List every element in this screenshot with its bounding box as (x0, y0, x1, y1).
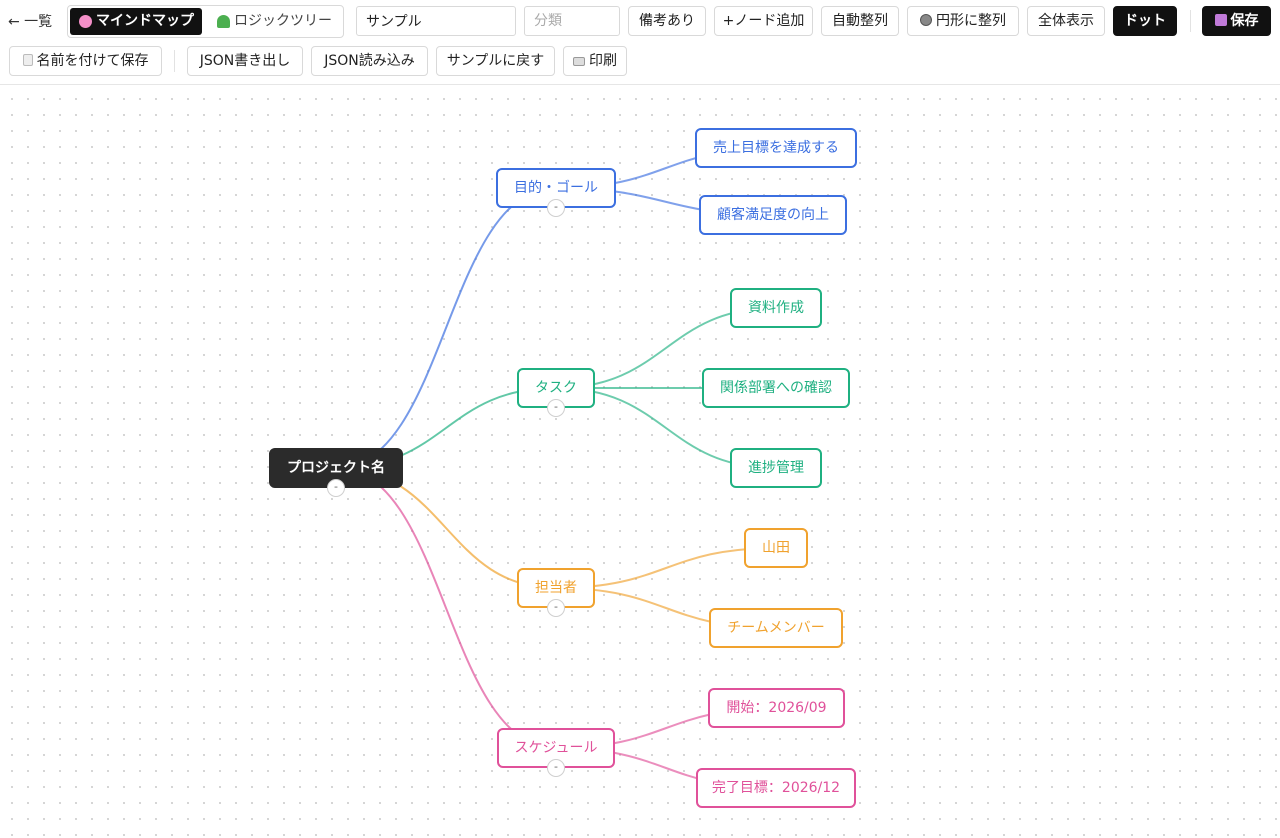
circle-icon (920, 14, 932, 26)
toolbar: ← 一覧 マインドマップ ロジックツリー 備考あり +ノード追加 自動整列 円形… (0, 0, 1280, 85)
mindmap-leaf-node[interactable]: 完了目標：2026/12 (696, 768, 856, 808)
root-branch-link (335, 467, 557, 749)
mindmap-leaf-node[interactable]: 進捗管理 (730, 448, 822, 488)
branch-collapse-toggle[interactable]: - (547, 199, 565, 217)
save-label: 保存 (1230, 13, 1259, 29)
auto-arrange-button[interactable]: 自動整列 (821, 6, 899, 36)
view-mindmap-tab[interactable]: マインドマップ (70, 8, 202, 35)
fit-all-button[interactable]: 全体表示 (1027, 6, 1105, 36)
dot-background-button[interactable]: ドット (1113, 6, 1177, 36)
branch-collapse-toggle[interactable]: - (547, 759, 565, 777)
root-collapse-toggle[interactable]: - (327, 479, 345, 497)
branch-collapse-toggle[interactable]: - (547, 599, 565, 617)
brain-icon (79, 15, 92, 28)
mindmap-leaf-node[interactable]: 開始：2026/09 (708, 688, 845, 728)
mindmap-canvas[interactable]: プロジェクト名 - 目的・ゴール - 売上目標を達成する 顧客満足度の向上 タスク - 資料作成… (0, 85, 1280, 838)
print-label: 印刷 (589, 53, 617, 69)
mindmap-leaf-node[interactable]: 資料作成 (730, 288, 822, 328)
json-import-button[interactable]: JSON読み込み (311, 46, 428, 76)
root-branch-link (335, 187, 557, 469)
toolbar-divider (1190, 10, 1191, 32)
floppy-disk-icon (1214, 14, 1227, 26)
save-as-label: 名前を付けて保存 (36, 53, 149, 69)
view-logictree-label: ロジックツリー (234, 13, 332, 29)
mindmap-leaf-node[interactable]: 山田 (744, 528, 808, 568)
json-export-button[interactable]: JSON書き出し (187, 46, 303, 76)
printer-icon (573, 57, 585, 66)
map-title-input[interactable] (356, 6, 516, 36)
save-as-button[interactable]: 名前を付けて保存 (9, 46, 162, 76)
back-to-list-link[interactable]: ← 一覧 (8, 11, 52, 31)
view-mode-switch: マインドマップ ロジックツリー (67, 5, 344, 38)
connection-lines (335, 147, 777, 789)
branch-collapse-toggle[interactable]: - (547, 399, 565, 417)
print-button[interactable]: 印刷 (563, 46, 627, 76)
circle-arrange-button[interactable]: 円形に整列 (907, 6, 1019, 36)
view-logictree-tab[interactable]: ロジックツリー (208, 8, 340, 35)
view-mindmap-label: マインドマップ (96, 13, 194, 29)
circle-arrange-label: 円形に整列 (936, 13, 1006, 29)
reset-sample-button[interactable]: サンプルに戻す (436, 46, 555, 76)
mindmap-leaf-node[interactable]: チームメンバー (709, 608, 843, 648)
add-node-button[interactable]: +ノード追加 (714, 6, 813, 36)
category-input[interactable] (524, 6, 620, 36)
document-icon (22, 54, 33, 66)
tree-icon (217, 15, 230, 28)
mindmap-leaf-node[interactable]: 関係部署への確認 (702, 368, 850, 408)
toolbar-divider (174, 50, 175, 72)
notes-toggle-button[interactable]: 備考あり (628, 6, 706, 36)
mindmap-leaf-node[interactable]: 顧客満足度の向上 (699, 195, 847, 235)
mindmap-leaf-node[interactable]: 売上目標を達成する (695, 128, 857, 168)
save-button[interactable]: 保存 (1202, 6, 1271, 36)
